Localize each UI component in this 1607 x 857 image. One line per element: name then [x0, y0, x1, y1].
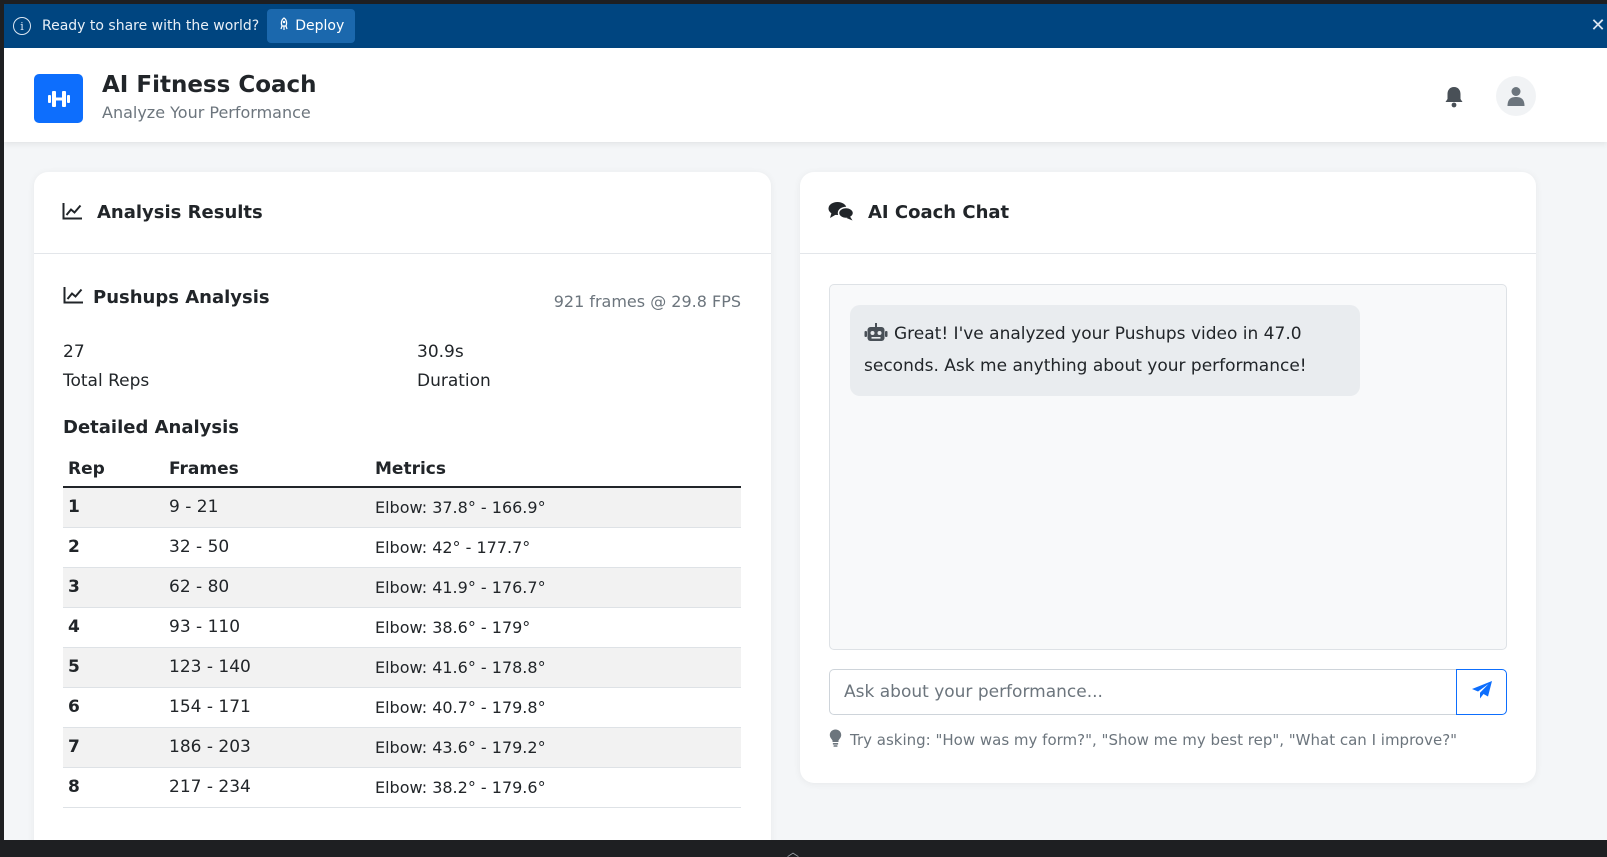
chat-card-title: AI Coach Chat — [868, 202, 1010, 223]
chat-card-header: AI Coach Chat — [800, 172, 1536, 254]
frames-cell: 186 - 203 — [164, 727, 370, 768]
reps-table: Rep Frames Metrics 1 9 - 21 Elbow: 37.8°… — [63, 451, 741, 808]
app-subtitle: Analyze Your Performance — [102, 103, 311, 122]
close-icon[interactable]: ✕ — [1589, 15, 1607, 37]
rep-cell: 4 — [63, 607, 164, 648]
app-header: AI Fitness Coach Analyze Your Performanc… — [4, 48, 1607, 142]
chat-hint: Try asking: "How was my form?", "Show me… — [829, 729, 1457, 751]
column-header-frames: Frames — [164, 451, 370, 488]
frames-cell: 62 - 80 — [164, 567, 370, 608]
app-title: AI Fitness Coach — [102, 72, 317, 98]
lightbulb-icon — [829, 729, 842, 751]
metrics-cell: Elbow: 42° - 177.7° — [370, 527, 741, 568]
analysis-card-header: Analysis Results — [34, 172, 771, 254]
app-frame: i Ready to share with the world? Deploy … — [4, 4, 1607, 840]
chat-hint-text: Try asking: "How was my form?", "Show me… — [850, 731, 1458, 749]
robot-icon — [864, 323, 888, 352]
table-row: 4 93 - 110 Elbow: 38.6° - 179° — [63, 607, 741, 648]
chat-messages[interactable]: Great! I've analyzed your Pushups video … — [829, 284, 1507, 650]
table-row: 2 32 - 50 Elbow: 42° - 177.7° — [63, 527, 741, 568]
rep-cell: 2 — [63, 527, 164, 568]
rep-cell: 8 — [63, 767, 164, 808]
table-header-row: Rep Frames Metrics — [63, 451, 741, 488]
duration-label: Duration — [417, 371, 491, 391]
rocket-icon — [278, 17, 290, 35]
rep-cell: 6 — [63, 687, 164, 728]
metrics-cell: Elbow: 40.7° - 179.8° — [370, 687, 741, 728]
detailed-analysis-title: Detailed Analysis — [63, 417, 239, 438]
table-row: 8 217 - 234 Elbow: 38.2° - 179.6° — [63, 767, 741, 808]
info-icon: i — [13, 17, 31, 35]
frames-cell: 217 - 234 — [164, 767, 370, 808]
bell-icon[interactable] — [1444, 85, 1464, 109]
rep-cell: 3 — [63, 567, 164, 608]
user-icon[interactable] — [1496, 76, 1536, 116]
deploy-label: Deploy — [295, 18, 345, 34]
pushups-analysis-title: Pushups Analysis — [63, 286, 270, 309]
rep-cell: 7 — [63, 727, 164, 768]
duration-value: 30.9s — [417, 342, 464, 362]
dumbbell-icon — [34, 74, 83, 123]
frames-cell: 93 - 110 — [164, 607, 370, 648]
rep-cell: 1 — [63, 487, 164, 528]
table-row: 7 186 - 203 Elbow: 43.6° - 179.2° — [63, 727, 741, 768]
analysis-card: Analysis Results Pushups Analysis 921 fr… — [34, 172, 771, 840]
frames-cell: 123 - 140 — [164, 647, 370, 688]
comments-icon — [828, 201, 855, 225]
chat-card: AI Coach Chat Great! I've analyzed your … — [800, 172, 1536, 783]
metrics-cell: Elbow: 41.9° - 176.7° — [370, 567, 741, 608]
chevron-up-icon[interactable]: ︿ — [787, 843, 799, 857]
total-reps-label: Total Reps — [63, 371, 150, 391]
metrics-cell: Elbow: 43.6° - 179.2° — [370, 727, 741, 768]
metrics-cell: Elbow: 38.6° - 179° — [370, 607, 741, 648]
deploy-banner: i Ready to share with the world? Deploy … — [4, 4, 1607, 48]
bot-message: Great! I've analyzed your Pushups video … — [850, 305, 1360, 396]
total-reps-value: 27 — [63, 342, 85, 362]
pushups-analysis-label: Pushups Analysis — [93, 287, 270, 308]
frames-cell: 9 - 21 — [164, 487, 370, 528]
metrics-cell: Elbow: 41.6° - 178.8° — [370, 647, 741, 688]
table-row: 3 62 - 80 Elbow: 41.9° - 176.7° — [63, 567, 741, 608]
analysis-card-title: Analysis Results — [97, 202, 263, 223]
frames-info: 921 frames @ 29.8 FPS — [553, 292, 741, 311]
table-row: 6 154 - 171 Elbow: 40.7° - 179.8° — [63, 687, 741, 728]
line-chart-icon — [63, 286, 84, 309]
table-row: 5 123 - 140 Elbow: 41.6° - 178.8° — [63, 647, 741, 688]
column-header-rep: Rep — [63, 451, 164, 488]
metrics-cell: Elbow: 38.2° - 179.6° — [370, 767, 741, 808]
bot-message-text: Great! I've analyzed your Pushups video … — [864, 324, 1307, 376]
chat-input[interactable] — [829, 669, 1457, 715]
frames-cell: 32 - 50 — [164, 527, 370, 568]
line-chart-icon — [62, 202, 83, 224]
send-button[interactable] — [1456, 669, 1507, 715]
deploy-button[interactable]: Deploy — [267, 9, 356, 43]
column-header-metrics: Metrics — [370, 451, 741, 488]
metrics-cell: Elbow: 37.8° - 166.9° — [370, 487, 741, 528]
table-row: 1 9 - 21 Elbow: 37.8° - 166.9° — [63, 487, 741, 528]
rep-cell: 5 — [63, 647, 164, 688]
paper-plane-icon — [1471, 680, 1493, 704]
banner-message: Ready to share with the world? — [42, 18, 260, 34]
frames-cell: 154 - 171 — [164, 687, 370, 728]
